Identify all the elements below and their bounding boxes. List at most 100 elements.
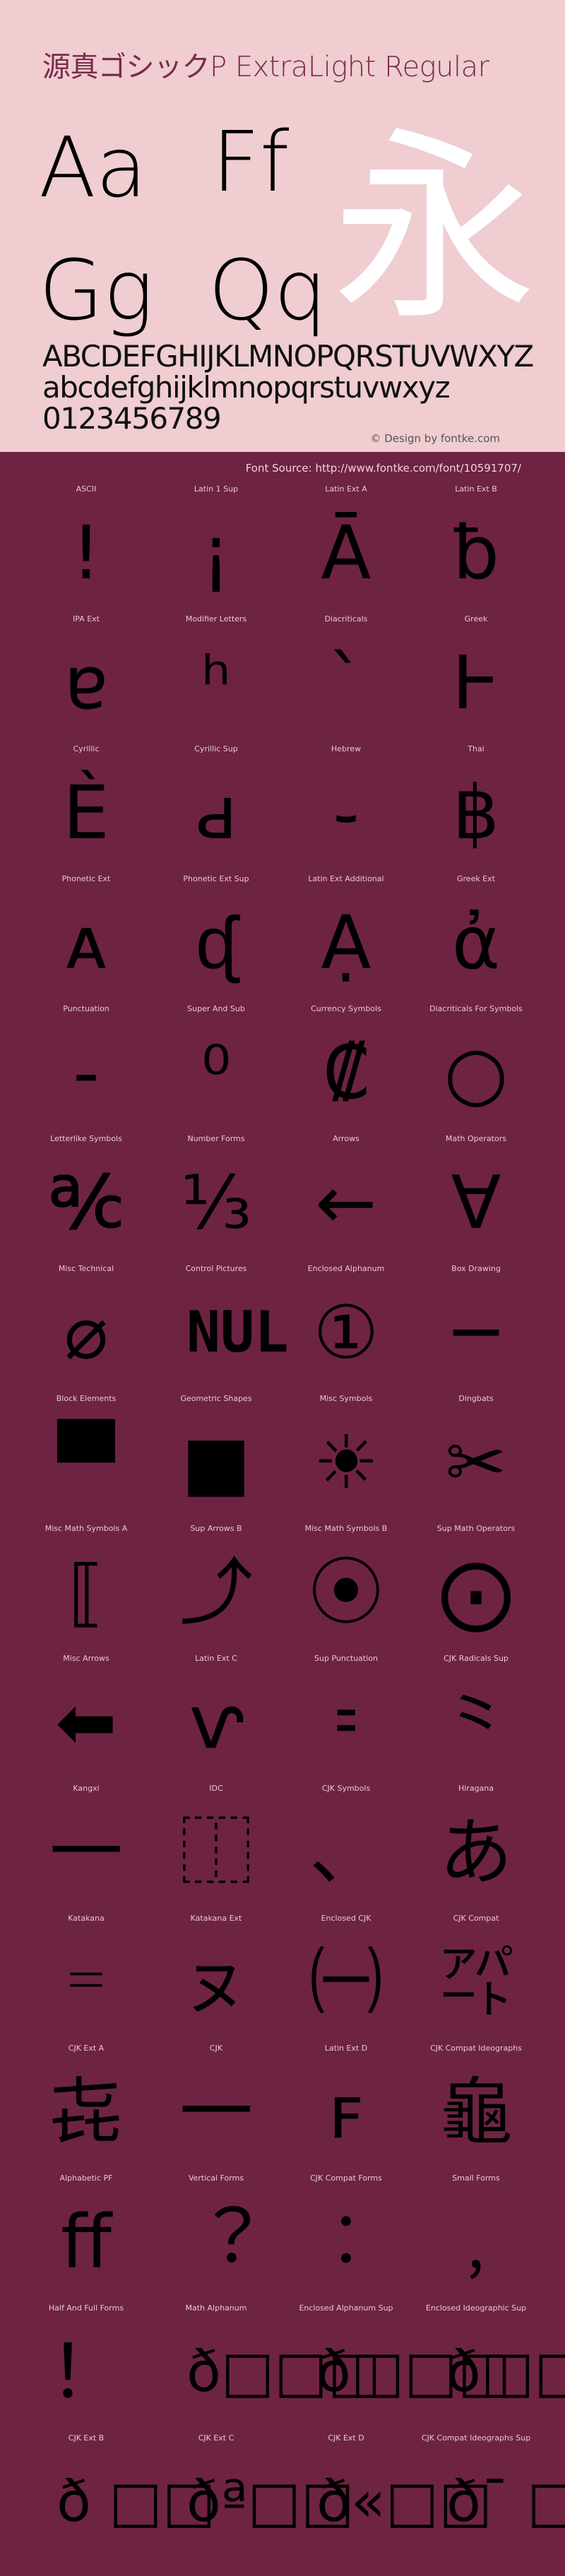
block-label: Math Alphanum xyxy=(185,2303,247,2313)
block-label: Latin Ext Additional xyxy=(308,874,384,883)
sample-aa: Aa xyxy=(39,119,148,216)
block-label: CJK Ext A xyxy=(68,2044,105,2053)
block-glyph: ℀ xyxy=(49,1159,124,1246)
design-credit: © Design by fontke.com xyxy=(370,432,500,445)
block-label: Enclosed Alphanum Sup xyxy=(299,2303,393,2313)
block-cell: CJK Symbols 、 xyxy=(281,1784,411,1914)
block-label: CJK Radicals Sup xyxy=(444,1654,509,1663)
block-label: IPA Ext xyxy=(73,614,100,624)
block-label: CJK Ext C xyxy=(198,2433,234,2443)
block-label: Kangxi xyxy=(73,1784,100,1793)
block-glyph: ð □□ xyxy=(56,2469,216,2534)
block-glyph: ─ xyxy=(453,1289,499,1376)
block-label: Box Drawing xyxy=(451,1264,501,1273)
block-cell: Alphabetic PF ﬀ xyxy=(21,2174,151,2303)
font-preview-header: 源真ゴシックP ExtraLight Regular Aa Ff Gg Qq 永… xyxy=(0,0,565,452)
block-label: Latin Ext B xyxy=(455,484,497,494)
block-cell: Misc Arrows ⬅ xyxy=(21,1654,151,1784)
block-label: Katakana xyxy=(68,1914,105,1923)
block-cell: Hebrew ֊ xyxy=(281,744,411,874)
block-label: Enclosed Ideographic Sup xyxy=(425,2303,527,2313)
block-glyph: ■ xyxy=(181,1419,251,1505)
block-label: Katakana Ext xyxy=(190,1914,242,1923)
block-glyph: ð□□□ xyxy=(446,2339,565,2404)
block-glyph: ฿ xyxy=(452,770,500,856)
block-glyph: ︰ xyxy=(309,2199,383,2285)
digits-sample: 0123456789 xyxy=(42,401,222,436)
block-glyph: ！ xyxy=(49,2329,123,2415)
uppercase-sample: ABCDEFGHIJKLMNOPQRSTUVWXYZ xyxy=(42,339,534,374)
block-glyph: ἀ xyxy=(451,900,501,986)
block-label: Misc Math Symbols B xyxy=(304,1524,388,1533)
font-source-link[interactable]: Font Source: http://www.fontke.com/font/… xyxy=(246,462,521,475)
block-cell: Latin Ext B ƀ xyxy=(411,484,541,614)
block-cell: Kangxi ⼀ xyxy=(21,1784,151,1914)
block-cell: Latin Ext C ⱱ xyxy=(151,1654,281,1784)
block-glyph: ✂ xyxy=(445,1419,507,1505)
hero-glyph: 永 xyxy=(332,110,537,348)
block-glyph: ∀ xyxy=(451,1159,501,1246)
block-label: Misc Technical xyxy=(58,1264,114,1273)
block-label: Super And Sub xyxy=(187,1004,245,1013)
block-label: Geometric Shapes xyxy=(180,1394,252,1403)
lowercase-sample: abcdefghijklmnopqrstuvwxyz xyxy=(42,370,451,405)
block-glyph: ○ xyxy=(444,1030,509,1116)
block-glyph: ¡ xyxy=(201,510,231,596)
block-label: Latin Ext D xyxy=(324,2044,368,2053)
block-glyph: ꜰ xyxy=(328,2069,364,2155)
block-glyph: ⺀ xyxy=(439,1679,513,1765)
block-label: CJK Compat Ideographs xyxy=(430,2044,522,2053)
block-glyph: Ͱ xyxy=(451,640,501,726)
block-cell: IDC ⿰ xyxy=(151,1784,281,1914)
block-glyph: ⿰ xyxy=(179,1809,253,1895)
block-cell: Enclosed Ideographic Sup ð□□□ xyxy=(411,2303,565,2433)
block-glyph: ▀ xyxy=(58,1419,114,1505)
sample-qq: Qq xyxy=(208,242,327,339)
block-glyph: ƀ xyxy=(452,510,499,596)
block-glyph: Ā xyxy=(321,510,371,596)
block-label: Sup Math Operators xyxy=(436,1524,516,1533)
block-glyph: ⨀ xyxy=(439,1549,513,1635)
font-title: 源真ゴシックP ExtraLight Regular xyxy=(42,51,489,83)
block-glyph: 龜 xyxy=(439,2069,513,2155)
block-cell: Arrows ← xyxy=(281,1134,411,1264)
block-glyph: NUL xyxy=(186,1299,289,1365)
block-cell: Box Drawing ─ xyxy=(411,1264,541,1394)
block-cell: Math Alphanum ð□□□ xyxy=(151,2303,381,2433)
block-cell: Vertical Forms ︖ xyxy=(151,2174,281,2303)
block-label: Math Operators xyxy=(446,1134,506,1143)
block-cell: Latin Ext D ꜰ xyxy=(281,2044,411,2174)
block-cell: Thai ฿ xyxy=(411,744,541,874)
block-cell: Control Pictures NUL xyxy=(151,1264,289,1394)
block-glyph: ︖ xyxy=(179,2199,253,2285)
block-label: ASCII xyxy=(76,484,97,494)
block-glyph: ☀ xyxy=(313,1419,379,1505)
block-cell: Diacriticals ` xyxy=(281,614,411,744)
block-glyph: ﬀ xyxy=(61,2199,112,2285)
block-glyph: ` xyxy=(328,640,364,726)
block-label: IDC xyxy=(209,1784,223,1793)
block-cell: Hiragana あ xyxy=(411,1784,541,1914)
block-label: Enclosed CJK xyxy=(321,1914,371,1923)
block-label: Cyrillic xyxy=(73,744,100,753)
block-glyph: Ѐ xyxy=(63,770,109,856)
block-cell: Greek Ͱ xyxy=(411,614,541,744)
block-cell: Misc Symbols ☀ xyxy=(281,1394,411,1524)
block-label: Latin Ext A xyxy=(325,484,367,494)
block-glyph: ᶑ xyxy=(196,900,237,986)
block-label: Vertical Forms xyxy=(188,2174,244,2183)
block-cell: CJK Ext A 㐂 xyxy=(21,2044,151,2174)
block-glyph: ʰ xyxy=(201,640,232,726)
block-label: Latin Ext C xyxy=(195,1654,237,1663)
block-cell: CJK 一 xyxy=(151,2044,281,2174)
block-cell: Phonetic Ext ᴀ xyxy=(21,874,151,1004)
sample-gg: Gg xyxy=(39,242,154,339)
block-cell: Misc Math Symbols A ⟦ xyxy=(21,1524,151,1654)
block-label: Phonetic Ext Sup xyxy=(183,874,249,883)
block-glyph: ① xyxy=(313,1289,379,1376)
block-label: Greek xyxy=(464,614,488,624)
block-label: Number Forms xyxy=(187,1134,245,1143)
block-label: Dingbats xyxy=(458,1394,494,1403)
block-cell: Math Operators ∀ xyxy=(411,1134,541,1264)
block-label: Diacriticals xyxy=(324,614,368,624)
